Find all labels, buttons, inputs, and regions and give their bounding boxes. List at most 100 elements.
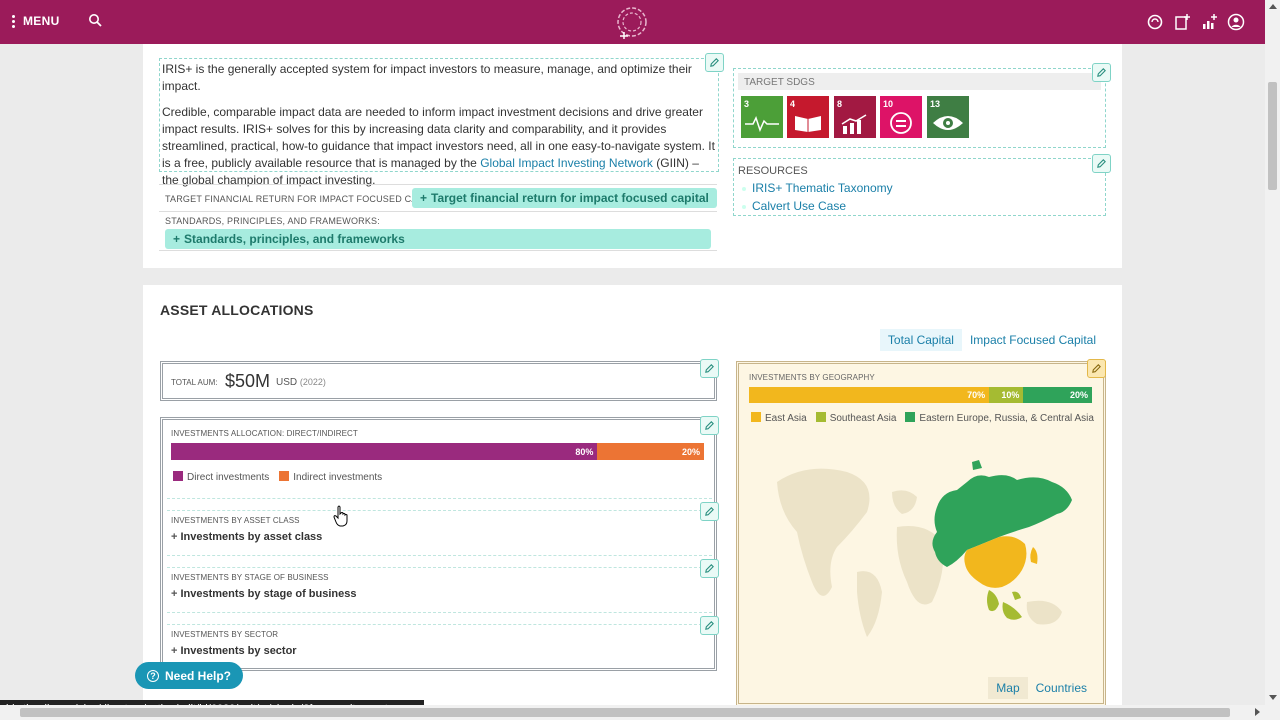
growth-chart-icon — [841, 114, 867, 134]
geography-legend-item[interactable]: East Asia — [751, 412, 807, 424]
geography-box: INVESTMENTS BY GEOGRAPHY 70% 10% 20% East … — [736, 361, 1106, 706]
horizontal-scrollbar[interactable] — [0, 705, 1280, 720]
divider — [167, 498, 712, 499]
legend-swatch — [815, 412, 826, 422]
eye-icon — [933, 116, 963, 130]
pencil-icon — [710, 58, 719, 67]
scroll-down-icon[interactable] — [1269, 695, 1277, 700]
scroll-up-icon[interactable] — [1269, 4, 1277, 9]
sdg-number: 10 — [883, 99, 894, 109]
edit-geography-button[interactable] — [1087, 359, 1106, 378]
map-view-tabs: Map Countries — [988, 677, 1095, 699]
divider — [159, 211, 717, 212]
geography-legend-item[interactable]: Southeast Asia — [815, 412, 897, 424]
direct-indirect-legend-item[interactable]: Direct investments — [173, 471, 269, 483]
scrollbar-thumb[interactable] — [1268, 82, 1277, 190]
edit-about-button[interactable] — [705, 53, 724, 72]
legend-label: Southeast Asia — [829, 413, 897, 424]
world-map[interactable] — [767, 452, 1097, 652]
edit-sdgs-button[interactable] — [1092, 63, 1111, 82]
geography-bar-segment: 10% — [989, 387, 1024, 403]
book-icon — [795, 116, 821, 132]
geography-legend-item[interactable]: Eastern Europe, Russia, & Central Asia — [905, 412, 1094, 424]
asset-class-add-button[interactable]: + Investments by asset class — [171, 531, 322, 543]
standards-label: STANDARDS, PRINCIPLES, AND FRAMEWORKS: — [165, 216, 380, 226]
pencil-icon — [1097, 68, 1106, 77]
capital-tabs: Total Capital Impact Focused Capital — [879, 329, 1104, 351]
search-icon[interactable] — [88, 13, 102, 30]
about-paragraph-1: IRIS+ is the generally accepted system f… — [162, 62, 692, 93]
tab-countries[interactable]: Countries — [1028, 677, 1095, 699]
add-note-icon[interactable] — [1173, 13, 1191, 31]
sync-icon[interactable] — [1146, 13, 1164, 31]
divider — [159, 250, 717, 251]
year: (2022) — [299, 377, 326, 387]
vertical-scrollbar[interactable] — [1265, 0, 1280, 705]
logo-icon[interactable] — [615, 5, 649, 42]
sector-add-button[interactable]: + Investments by sector — [171, 645, 297, 657]
target-return-label: TARGET FINANCIAL RETURN FOR IMPACT FOCUS… — [165, 194, 446, 204]
standards-button[interactable]: + Standards, principles, and frameworks — [165, 229, 711, 249]
pencil-icon — [705, 507, 714, 516]
add-chart-icon[interactable] — [1200, 13, 1218, 31]
giin-link[interactable]: Global Impact Investing Network — [480, 156, 653, 170]
sdg-number: 8 — [837, 99, 843, 109]
sdg-tile-10[interactable]: 10 — [880, 96, 922, 138]
menu-label: MENU — [23, 14, 60, 28]
stage-add-button[interactable]: + Investments by stage of business — [171, 588, 357, 600]
sector-label: INVESTMENTS BY SECTOR — [171, 630, 279, 639]
resources-box: RESOURCES IRIS+ Thematic Taxonomy Calver… — [733, 158, 1106, 216]
menu-button[interactable]: MENU — [12, 14, 60, 28]
sdg-number: 4 — [790, 99, 796, 109]
target-return-button-label: Target financial return for impact focus… — [431, 191, 709, 205]
target-sdgs-header: TARGET SDGS — [738, 73, 1101, 90]
sdg-tile-3[interactable]: 3 — [741, 96, 783, 138]
edit-resources-button[interactable] — [1092, 154, 1111, 173]
divider — [167, 567, 712, 568]
currency: USD — [276, 377, 298, 388]
direct-indirect-legend-item[interactable]: Indirect investments — [279, 471, 382, 483]
bullet-icon — [742, 205, 746, 209]
about-description: IRIS+ is the generally accepted system f… — [159, 58, 719, 187]
edit-sector-button[interactable] — [700, 616, 719, 635]
legend-label: Indirect investments — [293, 472, 383, 483]
legend-swatch — [173, 471, 183, 481]
legend-swatch — [751, 412, 761, 422]
legend-swatch — [279, 471, 290, 481]
sdg-tile-8[interactable]: 8 — [834, 96, 876, 138]
total-aum-value: $50M — [225, 371, 271, 391]
edit-stage-button[interactable] — [700, 559, 719, 578]
user-icon[interactable] — [1227, 13, 1245, 31]
legend-label: Eastern Europe, Russia, & Central Asia — [919, 413, 1094, 424]
sdg-tile-4[interactable]: 4 — [787, 96, 829, 138]
scroll-right-icon[interactable] — [1255, 708, 1260, 716]
tab-impact-focused-capital[interactable]: Impact Focused Capital — [962, 329, 1104, 351]
plus-icon: + — [171, 588, 178, 600]
geography-label: INVESTMENTS BY GEOGRAPHY — [749, 373, 875, 382]
direct-indirect-bar-segment: 80% — [171, 443, 598, 460]
geography-bar-segment: 20% — [1023, 387, 1092, 403]
section-title: ASSET ALLOCATIONS — [160, 302, 314, 318]
geography-legend: East Asia Southeast Asia Eastern Europe, R… — [751, 412, 1094, 424]
need-help-button[interactable]: ? Need Help? — [135, 662, 243, 689]
tab-map[interactable]: Map — [988, 677, 1028, 699]
divider — [167, 555, 712, 556]
edit-aum-button[interactable] — [700, 359, 719, 378]
target-return-button[interactable]: + Target financial return for impact focu… — [412, 188, 717, 208]
edit-asset-class-button[interactable] — [700, 502, 719, 521]
divider — [167, 612, 712, 613]
legend-label: Direct investments — [187, 472, 270, 483]
scrollbar-thumb[interactable] — [20, 708, 1230, 717]
pencil-icon — [705, 564, 714, 573]
asset-allocations-panel: ASSET ALLOCATIONS Total Capital Impact F… — [143, 285, 1122, 715]
allocation-box: INVESTMENTS ALLOCATION: DIRECT/INDIRECT … — [160, 417, 717, 671]
question-icon: ? — [146, 669, 159, 682]
resource-link-calvert[interactable]: Calvert Use Case — [752, 199, 846, 213]
edit-allocation-button[interactable] — [700, 416, 719, 435]
bullet-icon — [742, 187, 746, 191]
need-help-label: Need Help? — [164, 668, 231, 683]
sdg-tile-13[interactable]: 13 — [927, 96, 969, 138]
tab-total-capital[interactable]: Total Capital — [879, 329, 962, 351]
hand-cursor-icon — [333, 505, 348, 527]
resource-link-taxonomy[interactable]: IRIS+ Thematic Taxonomy — [752, 181, 893, 195]
